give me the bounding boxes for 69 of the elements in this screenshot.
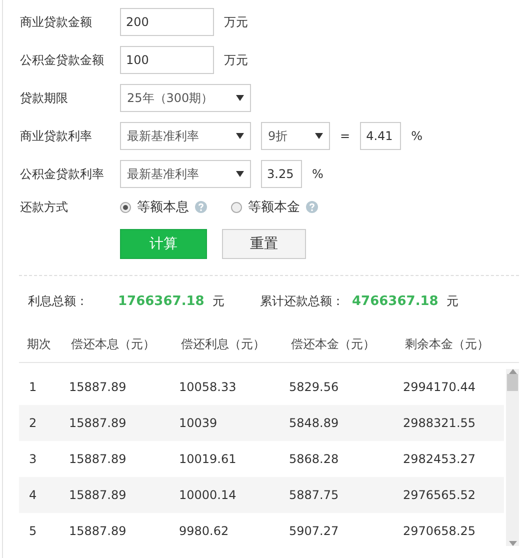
caret-icon: [236, 171, 244, 177]
table-cell-text: 10058.33: [179, 380, 238, 394]
table-cell-text: 5887.75: [289, 488, 340, 502]
table-cell-text: 2988321.55: [403, 416, 477, 430]
field-label: 公积金贷款金额: [20, 52, 105, 68]
unit-label: 万元: [224, 14, 248, 30]
table-cell-text: 10000.14: [179, 488, 238, 502]
caret-icon: [315, 133, 323, 139]
table-cell-text: 15887.89: [69, 488, 128, 502]
caret-icon: [236, 133, 244, 139]
unit-label: 万元: [224, 52, 248, 68]
scroll-down-icon[interactable]: [508, 541, 517, 546]
table-cell-text: 2994170.44: [403, 380, 477, 394]
dropdown[interactable]: 最新基准利率: [120, 122, 251, 150]
scroll-thumb[interactable]: [507, 374, 518, 391]
table-cell-text: 15887.89: [69, 452, 128, 466]
summary-value: 1766367.18: [118, 294, 204, 308]
table-cell-text: 15887.89: [69, 380, 128, 394]
text-input[interactable]: 3.25: [261, 160, 302, 188]
text-input[interactable]: 200: [120, 8, 214, 36]
unit-label: %: [411, 129, 422, 143]
radio-option[interactable]: 等额本金: [231, 198, 318, 216]
table-cell-text: 2: [29, 416, 38, 430]
column-header: 偿还本息（元）: [71, 336, 156, 352]
table-cell-text: 5: [29, 524, 38, 538]
dropdown[interactable]: 9折: [261, 122, 330, 150]
help-icon[interactable]: [195, 201, 207, 213]
radio-option[interactable]: 等额本息: [120, 198, 207, 216]
dropdown[interactable]: 最新基准利率: [120, 160, 251, 188]
text-input[interactable]: 100: [120, 46, 214, 74]
table-cell-text: 1: [29, 380, 38, 394]
field-label: 商业贷款利率: [20, 128, 93, 144]
field-label: 商业贷款金额: [20, 14, 93, 30]
table-cell-text: 5907.27: [289, 524, 340, 538]
unit-label: 元: [212, 292, 224, 310]
reset-button[interactable]: 重置: [222, 229, 306, 259]
field-label: 公积金贷款利率: [20, 166, 105, 182]
table-cell-text: 5848.89: [289, 416, 340, 430]
table-cell-text: 2976565.52: [403, 488, 477, 502]
summary-label: 累计还款总额：: [260, 292, 344, 310]
unit-label: %: [312, 167, 324, 181]
table-cell-text: 10039: [179, 416, 218, 430]
summary-label: 利息总额：: [28, 292, 89, 310]
radio-icon[interactable]: [120, 202, 131, 212]
column-header: 偿还本金（元）: [291, 336, 376, 352]
caret-icon: [236, 95, 244, 101]
table-cell-text: 2970658.25: [403, 524, 477, 538]
help-icon[interactable]: [306, 201, 318, 213]
column-header: 期次: [27, 336, 52, 352]
unit-label: =: [340, 129, 350, 143]
unit-label: 元: [446, 292, 458, 310]
table-cell-text: 2982453.27: [403, 452, 477, 466]
summary-value: 4766367.18: [352, 294, 438, 308]
column-header: 偿还利息（元）: [181, 336, 266, 352]
table-cell-text: 5868.28: [289, 452, 340, 466]
table-cell-text: 5829.56: [289, 380, 340, 394]
table-cell-text: 4: [29, 488, 38, 502]
dropdown[interactable]: 25年（300期）: [120, 84, 251, 112]
scrollbar[interactable]: [506, 369, 519, 546]
field-label: 还款方式: [20, 198, 69, 216]
text-input[interactable]: 4.41: [360, 122, 402, 150]
table-cell-text: 10019.61: [179, 452, 238, 466]
table-cell-text: 15887.89: [69, 416, 128, 430]
table-cell-text: 15887.89: [69, 524, 128, 538]
column-header: 剩余本金（元）: [405, 336, 490, 352]
radio-icon[interactable]: [231, 202, 242, 212]
field-label: 贷款期限: [20, 90, 69, 106]
table-cell-text: 9980.62: [179, 524, 230, 538]
table-cell-text: 3: [29, 452, 38, 466]
